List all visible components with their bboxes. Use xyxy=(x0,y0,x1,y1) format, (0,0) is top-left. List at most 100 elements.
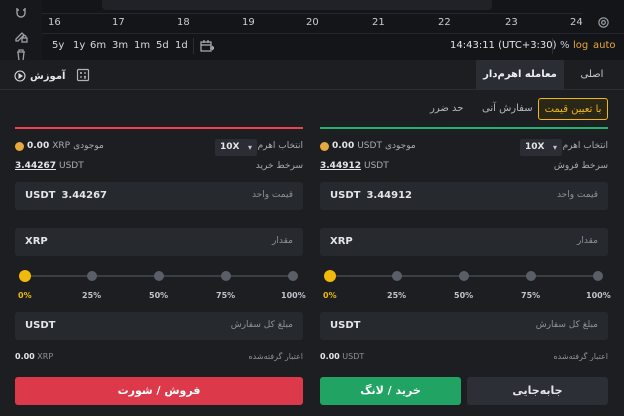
play-circle-icon xyxy=(14,70,26,82)
sell-balance-unit: XRP xyxy=(52,141,71,151)
slider-step[interactable] xyxy=(392,271,402,281)
sell-unit-price-input[interactable]: USDT 3.44267 قیمت واحد xyxy=(15,182,303,210)
slider-step[interactable] xyxy=(221,271,231,281)
sell-leverage-select[interactable]: 10X ▾ xyxy=(215,139,257,156)
sell-form: 0.00 XRP موجودی 10X ▾ انتخاب اهرم 3.4426… xyxy=(15,127,306,340)
slider-label: 100% xyxy=(586,291,611,300)
chevron-down-icon: ▾ xyxy=(247,143,252,152)
coin-icon xyxy=(15,141,24,151)
buy-long-button[interactable]: خرید / لانگ xyxy=(320,377,461,405)
percent-toggle[interactable]: % xyxy=(560,40,570,51)
buy-leverage-select[interactable]: 10X ▾ xyxy=(520,139,562,156)
tab-margin[interactable]: معامله اهرم‌دار xyxy=(476,60,564,90)
buy-balance-unit: USDT xyxy=(357,141,382,151)
divider xyxy=(552,38,553,54)
slider-label: 0% xyxy=(323,291,337,300)
slider-step[interactable] xyxy=(87,271,97,281)
sell-total-input[interactable]: USDT مبلغ کل سفارش xyxy=(15,312,303,340)
buy-leverage-label: انتخاب اهرم xyxy=(562,141,608,151)
order-panel: آموزش معامله اهرم‌دار اصلی با تعیین قیمت… xyxy=(0,60,624,416)
sell-amount-slider[interactable]: 0% 25% 50% 75% 100% xyxy=(15,270,306,310)
buy-accent-line xyxy=(320,127,608,129)
time-tick: 21 xyxy=(372,17,385,28)
time-tick: 16 xyxy=(48,17,61,28)
slider-label: 75% xyxy=(521,291,541,300)
slider-label: 75% xyxy=(216,291,236,300)
sell-best-price-label: سرخط خرید xyxy=(255,161,303,171)
auto-toggle[interactable]: auto xyxy=(593,40,616,51)
slider-step[interactable] xyxy=(593,271,603,281)
sell-unit-price-label: قیمت واحد xyxy=(251,190,293,200)
buy-best-price-value: 3.44912 xyxy=(320,161,361,171)
sell-credit: 0.00 XRP اعتبار گرفته‌شده xyxy=(15,352,303,366)
slider-step[interactable] xyxy=(324,270,336,282)
slider-step[interactable] xyxy=(288,271,298,281)
time-tick: 22 xyxy=(438,17,451,28)
buy-unit-price-value: 3.44912 xyxy=(366,190,412,201)
slider-step[interactable] xyxy=(526,271,536,281)
sell-short-button[interactable]: فروش / شورت xyxy=(15,377,303,405)
sell-balance: 0.00 XRP موجودی xyxy=(15,141,104,151)
buy-total-input[interactable]: USDT مبلغ کل سفارش xyxy=(320,312,608,340)
calculator-icon[interactable] xyxy=(76,68,90,82)
slider-step[interactable] xyxy=(19,270,31,282)
magnet-icon[interactable] xyxy=(14,6,28,20)
chevron-down-icon: ▾ xyxy=(552,143,557,152)
sell-total-currency: USDT xyxy=(25,320,56,331)
buy-best-price-label: سرخط فروش xyxy=(553,161,608,171)
timeframe-5y[interactable]: 5y xyxy=(52,40,64,51)
slider-step[interactable] xyxy=(154,271,164,281)
buy-leverage-value: 10X xyxy=(525,142,545,152)
buy-amount-input[interactable]: XRP مقدار xyxy=(320,228,608,256)
time-tick: 24 xyxy=(570,17,583,28)
price-chart[interactable]: 16 17 18 19 20 21 22 23 24 5y 1y 6m 3m 1… xyxy=(42,0,624,60)
timeframe-3m[interactable]: 3m xyxy=(112,40,128,51)
lock-pencil-icon[interactable] xyxy=(14,29,28,43)
sell-balance-value: 0.00 xyxy=(27,141,50,151)
drawing-toolbar xyxy=(0,0,42,62)
sell-leverage-label: انتخاب اهرم xyxy=(257,141,303,151)
buy-credit-value: 0.00 xyxy=(320,352,340,361)
log-toggle[interactable]: log xyxy=(573,40,588,51)
slider-label: 50% xyxy=(454,291,474,300)
clock-readout[interactable]: 14:43:11 (UTC+3:30) xyxy=(450,40,557,51)
sell-best-price[interactable]: 3.44267 USDT xyxy=(15,161,84,171)
sell-credit-unit: XRP xyxy=(37,352,54,361)
slider-label: 0% xyxy=(18,291,32,300)
buy-best-price[interactable]: 3.44912 USDT xyxy=(320,161,389,171)
date-range-icon[interactable] xyxy=(200,39,214,53)
timeframe-1y[interactable]: 1y xyxy=(73,40,85,51)
sell-leverage-value: 10X xyxy=(220,142,240,152)
divider xyxy=(193,38,194,54)
buy-credit: 0.00 USDT اعتبار گرفته‌شده xyxy=(320,352,608,366)
transfer-button[interactable]: جابه‌جایی xyxy=(467,377,608,405)
buy-form: 0.00 USDT موجودی 10X ▾ انتخاب اهرم 3.449… xyxy=(320,127,611,340)
order-type-market[interactable]: سفارش آنی xyxy=(482,98,533,120)
order-type-limit[interactable]: با تعیین قیمت xyxy=(538,98,608,120)
timeframe-6m[interactable]: 6m xyxy=(90,40,106,51)
sell-amount-currency: XRP xyxy=(25,236,48,247)
buy-amount-label: مقدار xyxy=(577,236,598,246)
sell-credit-value: 0.00 xyxy=(15,352,35,361)
slider-step[interactable] xyxy=(459,271,469,281)
timeframe-1m[interactable]: 1m xyxy=(134,40,150,51)
learn-link[interactable]: آموزش xyxy=(14,68,65,84)
buy-credit-unit: USDT xyxy=(342,352,365,361)
gear-icon[interactable] xyxy=(597,16,610,29)
slider-label: 25% xyxy=(387,291,407,300)
buy-amount-slider[interactable]: 0% 25% 50% 75% 100% xyxy=(320,270,611,310)
tab-spot[interactable]: اصلی xyxy=(566,60,618,90)
sell-unit-price-currency: USDT xyxy=(25,190,56,201)
buy-unit-price-input[interactable]: USDT 3.44912 قیمت واحد xyxy=(320,182,608,210)
sell-best-price-unit: USDT xyxy=(59,161,84,171)
order-type-stop[interactable]: حد ضرر xyxy=(430,98,463,120)
buy-best-price-unit: USDT xyxy=(364,161,389,171)
timeframe-1d[interactable]: 1d xyxy=(175,40,188,51)
buy-unit-price-currency: USDT xyxy=(330,190,361,201)
slider-label: 100% xyxy=(281,291,306,300)
timeframe-5d[interactable]: 5d xyxy=(156,40,169,51)
timeframe-bar: 5y 1y 6m 3m 1m 5d 1d 14:43:11 (UTC+3:30)… xyxy=(42,33,624,57)
sell-total-label: مبلغ کل سفارش xyxy=(230,320,293,330)
sell-amount-input[interactable]: XRP مقدار xyxy=(15,228,303,256)
buy-balance-value: 0.00 xyxy=(332,141,355,151)
